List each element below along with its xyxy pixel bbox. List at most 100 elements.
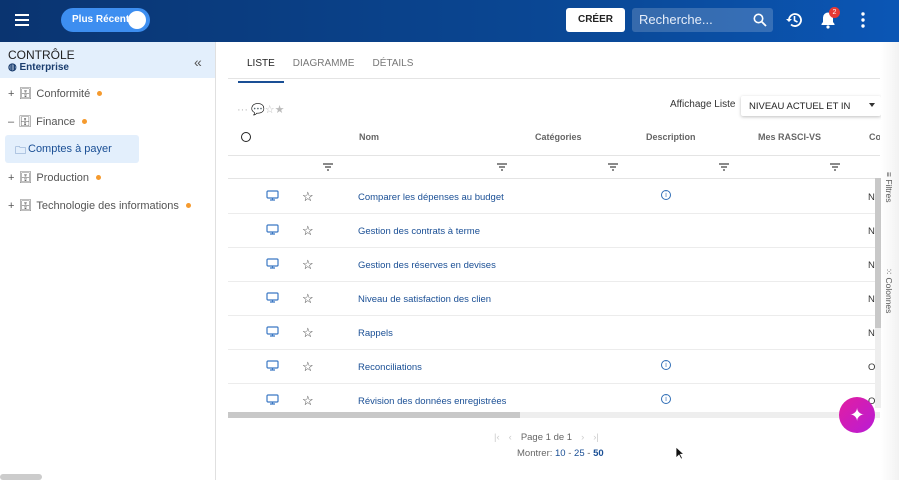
status-dot <box>185 203 191 208</box>
ai-assistant-button[interactable]: ✦ <box>839 397 875 433</box>
status-dot <box>82 119 88 124</box>
filter-icon[interactable] <box>719 163 729 171</box>
table-row[interactable]: ☆ Comparer les dépenses au budget i N <box>228 180 880 214</box>
row-name-link[interactable]: Niveau de satisfaction des clien <box>358 294 491 305</box>
favorite-star-icon[interactable]: ☆ <box>302 393 314 409</box>
tree-item-comptes-a-payer[interactable]: 🗀 Comptes à payer <box>5 135 139 163</box>
prev-page-icon[interactable]: ‹ <box>509 432 512 443</box>
list-view-value: NIVEAU ACTUEL ET IN <box>749 101 851 112</box>
search-input[interactable]: Recherche... <box>632 8 773 32</box>
row-co-value: N <box>868 260 875 271</box>
tree-item-label: Technologie des informations <box>36 199 179 212</box>
col-description[interactable]: Description <box>646 132 696 142</box>
favorite-star-icon[interactable]: ☆ <box>302 291 314 307</box>
briefcase-icon: 🗄 <box>18 88 33 100</box>
list-view-select[interactable]: NIVEAU ACTUEL ET IN <box>741 96 881 116</box>
monitor-icon[interactable] <box>266 394 279 405</box>
tab-divider <box>228 78 880 79</box>
page-label: Page <box>520 432 543 443</box>
monitor-icon[interactable] <box>266 224 279 235</box>
table-row[interactable]: ☆ Gestion des contrats à terme N <box>228 214 880 248</box>
monitor-icon[interactable] <box>266 292 279 303</box>
more-icon[interactable]: ··· <box>237 104 251 116</box>
horizontal-scrollbar[interactable] <box>228 412 880 418</box>
table-row[interactable]: ☆ Niveau de satisfaction des clien N <box>228 282 880 316</box>
status-dot <box>97 91 103 96</box>
table-row[interactable]: ☆ Révision des données enregistrées i O <box>228 384 880 412</box>
col-rasci[interactable]: Mes RASCI-VS <box>758 132 821 142</box>
monitor-icon[interactable] <box>266 360 279 371</box>
comments-icon[interactable]: 💬 <box>251 104 265 116</box>
tree-item-production[interactable]: + 🗄 Production <box>8 171 101 184</box>
favorite-star-icon[interactable]: ☆ <box>302 325 314 341</box>
page-size-10[interactable]: 10 <box>555 448 566 459</box>
tree-item-finance[interactable]: – 🗄 Finance <box>8 115 88 128</box>
of-label: de <box>553 432 565 443</box>
favorite-star-icon[interactable]: ☆ <box>302 189 314 205</box>
filter-icon[interactable] <box>608 163 618 171</box>
expand-icon[interactable]: + <box>8 200 14 212</box>
last-page-icon[interactable]: ›| <box>593 432 599 443</box>
page-number: 1 <box>545 432 551 443</box>
row-co-value: N <box>868 192 875 203</box>
info-icon[interactable]: i <box>661 394 671 404</box>
col-nom[interactable]: Nom <box>359 132 379 142</box>
sidebar: CONTRÔLE ◍ Enterprise « + 🗄 Conformité – 🗄 F… <box>0 42 216 480</box>
filter-row <box>228 157 880 179</box>
table-row[interactable]: ☆ Gestion des réserves en devises N <box>228 248 880 282</box>
favorite-star-icon[interactable]: ☆ <box>302 257 314 273</box>
star-filled-icon[interactable]: ★ <box>275 104 285 116</box>
history-icon[interactable] <box>785 11 803 29</box>
row-name-link[interactable]: Comparer les dépenses au budget <box>358 192 504 203</box>
sidebar-scrollbar[interactable] <box>0 474 42 480</box>
filter-icon[interactable] <box>830 163 840 171</box>
page-size-25[interactable]: 25 <box>574 448 585 459</box>
page-total: 1 <box>566 432 573 443</box>
filter-icon[interactable] <box>497 163 507 171</box>
monitor-icon[interactable] <box>266 258 279 269</box>
info-icon[interactable]: i <box>661 190 671 200</box>
row-co-value: N <box>868 328 875 339</box>
favorite-star-icon[interactable]: ☆ <box>302 223 314 239</box>
collapse-icon[interactable]: – <box>8 116 14 128</box>
menu-icon[interactable] <box>15 14 29 26</box>
row-name-link[interactable]: Rappels <box>358 328 393 339</box>
next-page-icon[interactable]: › <box>581 432 584 443</box>
filter-icon[interactable] <box>323 163 333 171</box>
star-outline-icon[interactable]: ☆ <box>265 104 275 116</box>
info-icon[interactable]: i <box>661 360 671 370</box>
row-tools: ··· 💬☆★ <box>237 103 285 116</box>
monitor-icon[interactable] <box>266 326 279 337</box>
monitor-icon[interactable] <box>266 190 279 201</box>
row-co-value: N <box>868 294 875 305</box>
row-name-link[interactable]: Reconciliations <box>358 362 422 373</box>
tree-item-technologie[interactable]: + 🗄 Technologie des informations <box>8 199 191 212</box>
side-panel-strip <box>881 42 899 480</box>
table-row[interactable]: ☆ Rappels N <box>228 316 880 350</box>
col-categories[interactable]: Catégories <box>535 132 582 142</box>
page-size-50[interactable]: 50 <box>593 448 604 459</box>
expand-icon[interactable]: + <box>8 88 14 100</box>
row-name-link[interactable]: Gestion des réserves en devises <box>358 260 496 271</box>
row-name-link[interactable]: Révision des données enregistrées <box>358 396 506 407</box>
select-all-radio[interactable] <box>241 132 251 142</box>
collapse-sidebar-icon[interactable]: « <box>194 54 202 70</box>
search-icon[interactable] <box>753 13 767 27</box>
more-vert-icon[interactable] <box>860 11 866 29</box>
favorite-star-icon[interactable]: ☆ <box>302 359 314 375</box>
create-button[interactable]: CRÉER <box>566 8 625 32</box>
grid-header: Nom Catégories Description Mes RASCI-VS … <box>228 120 880 156</box>
most-recent-toggle[interactable]: Plus Récent <box>61 8 150 32</box>
first-page-icon[interactable]: |‹ <box>494 432 500 443</box>
expand-icon[interactable]: + <box>8 172 14 184</box>
table-row[interactable]: ☆ Reconciliations i O <box>228 350 880 384</box>
columns-panel-tab[interactable]: ⁙ Colonnes <box>884 268 894 313</box>
page-info: Page 1 de 1 <box>521 432 572 443</box>
toggle-knob <box>128 11 146 29</box>
tree-item-conformite[interactable]: + 🗄 Conformité <box>8 87 103 100</box>
sparkles-icon: ✦ <box>849 405 865 425</box>
row-name-link[interactable]: Gestion des contrats à terme <box>358 226 480 237</box>
notification-badge: 2 <box>829 7 840 18</box>
col-co[interactable]: Co <box>869 132 880 142</box>
filters-panel-tab[interactable]: ≡ Filtres <box>884 172 894 202</box>
